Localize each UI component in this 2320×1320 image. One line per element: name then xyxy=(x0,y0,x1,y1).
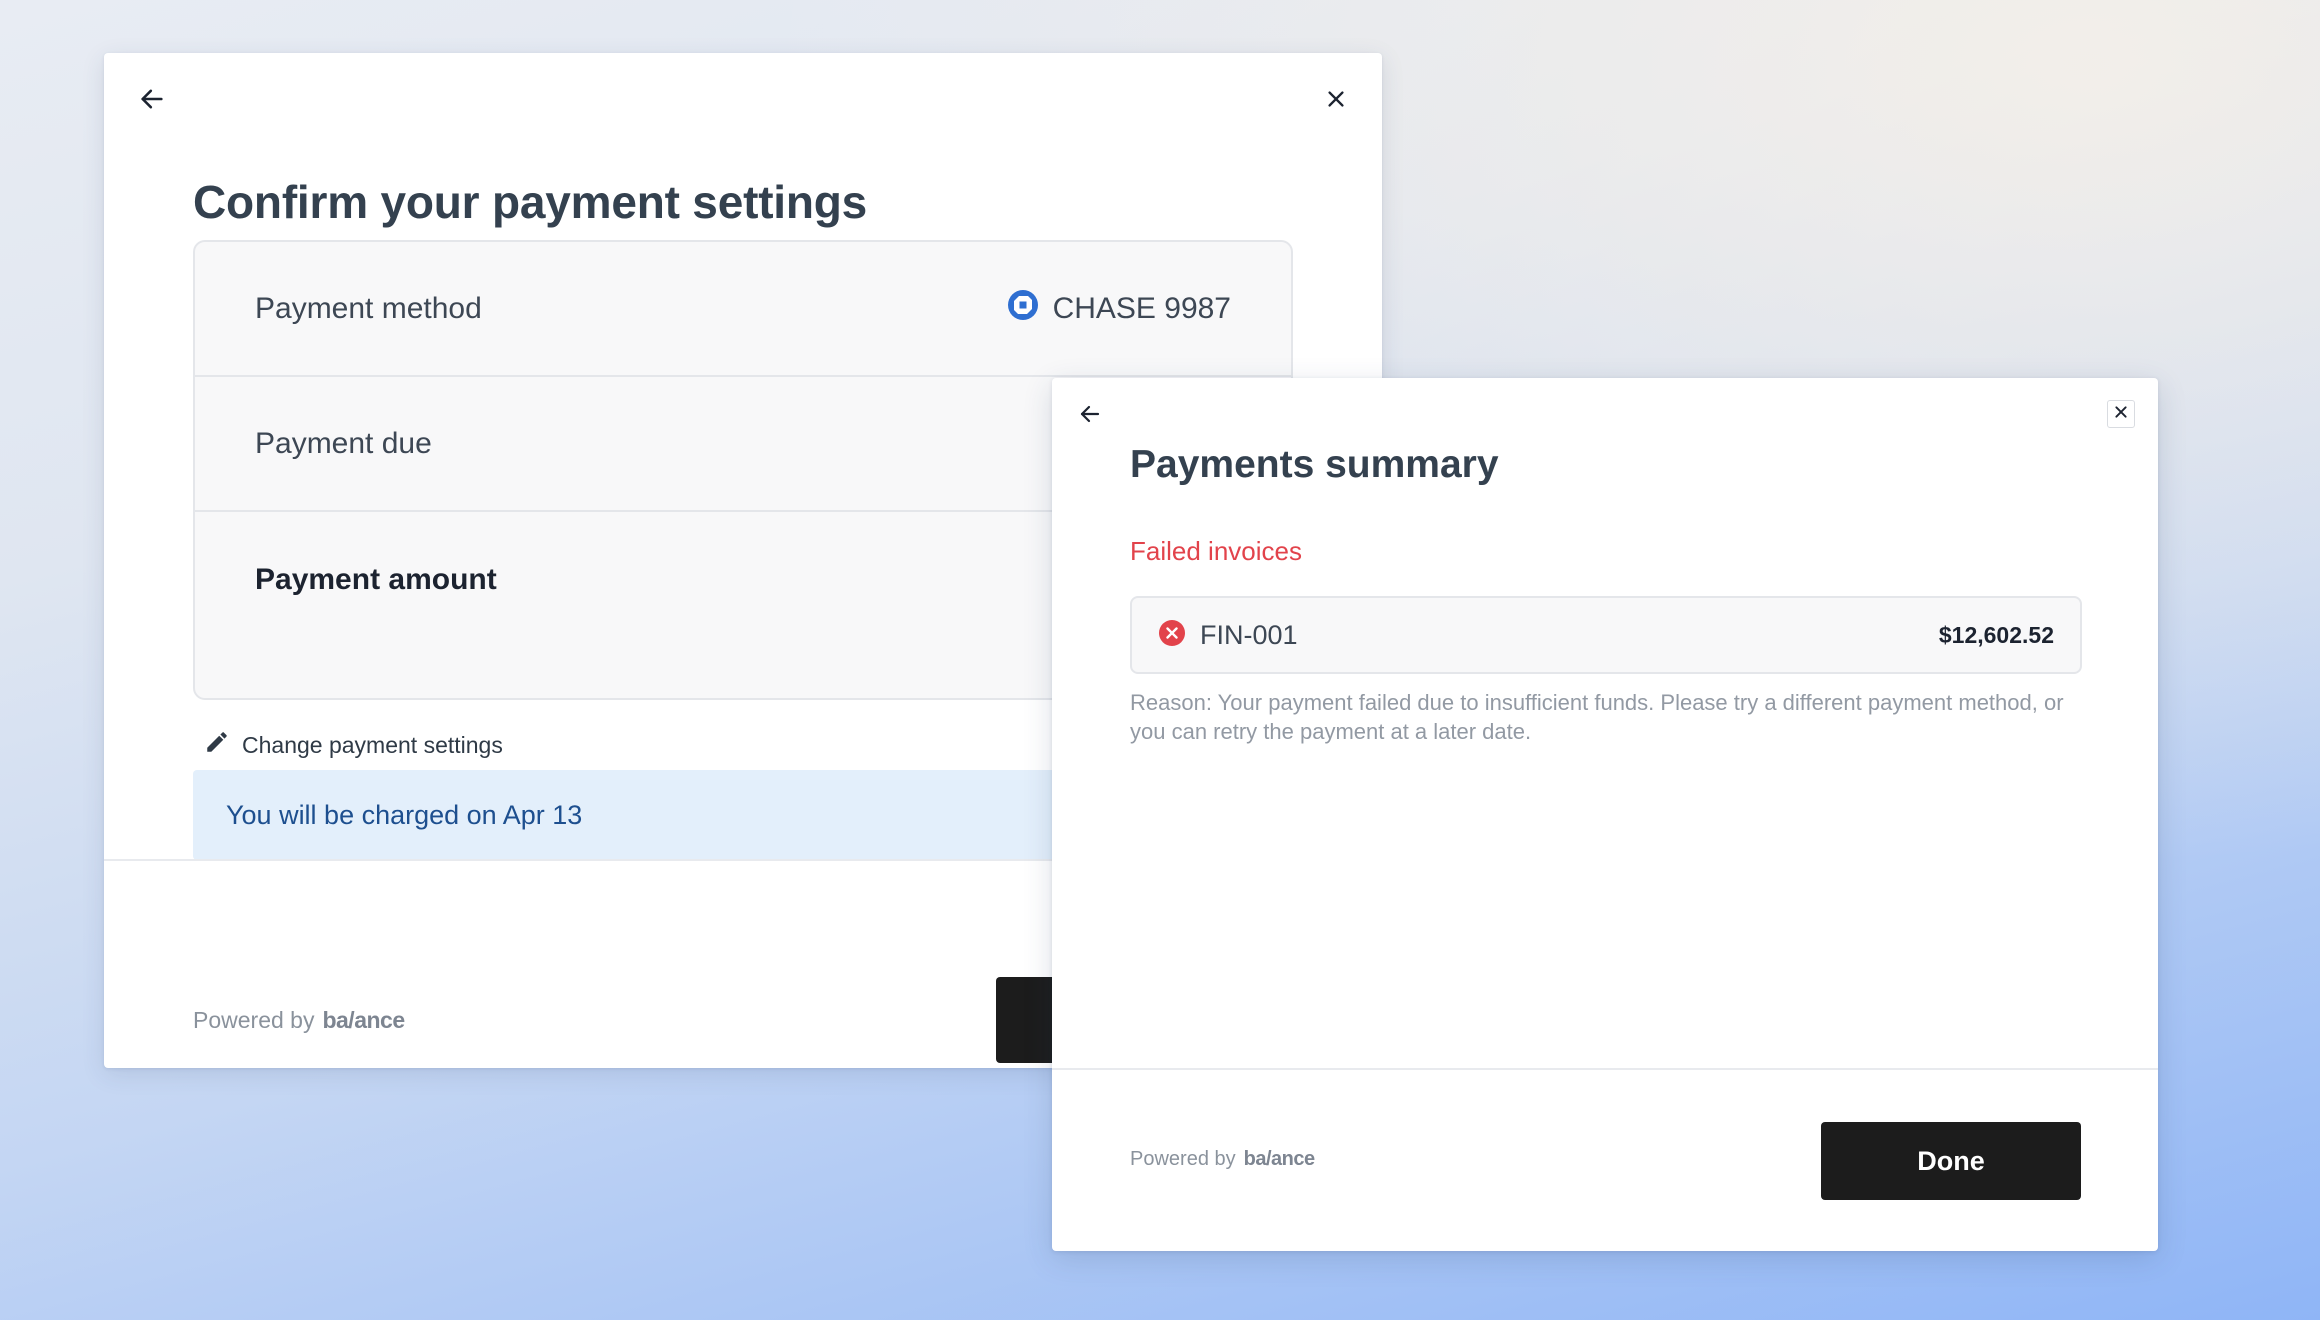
payment-method-row: Payment method CHASE 9987 xyxy=(195,242,1291,377)
close-button[interactable] xyxy=(1312,77,1360,125)
payment-method-value: CHASE 9987 xyxy=(1007,289,1231,329)
back-button[interactable] xyxy=(1070,396,1110,436)
arrow-left-icon xyxy=(1078,402,1102,431)
invoice-id: FIN-001 xyxy=(1200,619,1298,650)
arrow-left-icon xyxy=(138,85,166,118)
error-x-icon xyxy=(1158,619,1186,652)
change-payment-settings-label: Change payment settings xyxy=(242,731,503,758)
dialog-footer: Powered by ba/ance Done xyxy=(1052,1068,2158,1251)
failed-invoice-row: FIN-001 $12,602.52 xyxy=(1130,596,2082,674)
payment-method-account: CHASE 9987 xyxy=(1052,291,1231,325)
payment-amount-label: Payment amount xyxy=(255,562,497,596)
powered-by-text: Powered by xyxy=(193,1007,315,1033)
charge-date-text: You will be charged on Apr 13 xyxy=(226,799,583,830)
dialog-title: Payments summary xyxy=(1130,443,1499,486)
close-icon xyxy=(1325,88,1347,115)
powered-by: Powered by ba/ance xyxy=(1130,1148,1315,1171)
balance-logo: ba/ance xyxy=(322,1007,405,1033)
change-payment-settings-link[interactable]: Change payment settings xyxy=(204,729,503,761)
powered-by-text: Powered by xyxy=(1130,1148,1236,1170)
close-button[interactable] xyxy=(2107,400,2135,428)
failed-invoices-heading: Failed invoices xyxy=(1130,536,1302,566)
payment-due-label: Payment due xyxy=(255,426,432,460)
invoice-amount: $12,602.52 xyxy=(1938,621,2054,648)
pencil-icon xyxy=(204,729,230,761)
close-icon xyxy=(2113,404,2129,425)
payment-method-label: Payment method xyxy=(255,291,482,325)
balance-logo: ba/ance xyxy=(1243,1148,1315,1170)
payments-summary-dialog: Payments summary Failed invoices FIN-001… xyxy=(1052,378,2158,1251)
done-button[interactable]: Done xyxy=(1821,1122,2081,1200)
powered-by: Powered by ba/ance xyxy=(193,1007,405,1034)
back-button[interactable] xyxy=(128,77,176,125)
dialog-title: Confirm your payment settings xyxy=(193,176,868,228)
failure-reason: Reason: Your payment failed due to insuf… xyxy=(1130,690,2064,744)
chase-bank-icon xyxy=(1007,289,1039,329)
